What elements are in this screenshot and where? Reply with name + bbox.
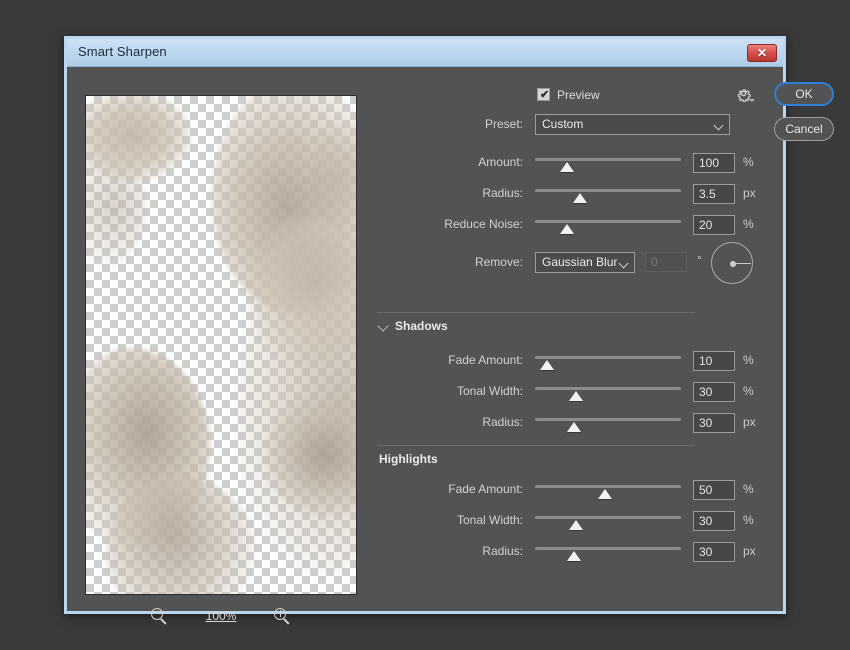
angle-dial[interactable] [711,242,753,284]
slider-thumb[interactable] [540,360,554,370]
cancel-button[interactable]: Cancel [774,117,834,141]
shadows-disclosure-icon[interactable] [379,322,388,331]
slider-track [535,356,681,359]
slider-track [535,418,681,421]
chevron-down-icon [715,122,722,129]
angle-input[interactable]: 0 [645,252,687,272]
slider-track [535,387,681,390]
main-label-1: Radius: [413,186,523,200]
highlights-label-0: Fade Amount: [413,482,523,496]
highlights-value-1[interactable]: 30 [693,511,735,531]
shadows-label-0: Fade Amount: [413,353,523,367]
preview-checkbox[interactable]: ✔ [537,88,550,101]
main-unit-1: px [743,186,756,200]
slider-thumb[interactable] [560,162,574,172]
slider-thumb[interactable] [598,489,612,499]
main-label-2: Reduce Noise: [413,217,523,231]
dialog-titlebar[interactable]: Smart Sharpen ✕ [67,39,783,67]
slider-thumb[interactable] [567,422,581,432]
dialog-body: 100% ✔ Preview [67,67,783,611]
shadows-title: Shadows [395,319,448,333]
highlights-slider-0[interactable] [535,479,681,499]
highlights-unit-1: % [743,513,754,527]
remove-label: Remove: [413,255,523,269]
zoom-level[interactable]: 100% [206,609,237,623]
slider-thumb[interactable] [560,224,574,234]
slider-track [535,158,681,161]
shadows-unit-2: px [743,415,756,429]
zoom-out-icon[interactable] [151,608,168,625]
slider-track [535,547,681,550]
slider-thumb[interactable] [569,391,583,401]
shadows-unit-0: % [743,353,754,367]
close-icon: ✕ [748,45,776,61]
remove-select[interactable]: Gaussian Blur [535,252,635,273]
close-button[interactable]: ✕ [747,44,777,62]
cancel-button-label: Cancel [785,122,822,136]
highlights-title: Highlights [379,452,438,466]
ok-button[interactable]: OK [774,82,834,106]
controls-panel: ✔ Preview OK Cancel [375,67,775,611]
smart-sharpen-dialog: Smart Sharpen ✕ [64,36,786,614]
ok-button-label: OK [795,87,812,101]
highlights-slider-1[interactable] [535,510,681,530]
main-label-0: Amount: [413,155,523,169]
preview-area [85,95,357,595]
chevron-down-icon [749,99,755,102]
main-value-2[interactable]: 20 [693,215,735,235]
zoom-controls: 100% [85,603,357,629]
slider-track [535,485,681,488]
shadows-label-2: Radius: [413,415,523,429]
checkmark-icon: ✔ [540,88,549,101]
shadows-unit-1: % [743,384,754,398]
slider-thumb[interactable] [569,520,583,530]
section-divider [377,312,695,313]
slider-track [535,220,681,223]
shadows-slider-2[interactable] [535,412,681,432]
chevron-down-icon [620,260,627,267]
main-unit-2: % [743,217,754,231]
shadows-slider-0[interactable] [535,350,681,370]
highlights-unit-2: px [743,544,756,558]
slider-thumb[interactable] [567,551,581,561]
section-divider [377,445,695,446]
gear-icon[interactable] [735,85,752,102]
highlights-label-2: Radius: [413,544,523,558]
preset-label: Preset: [413,117,523,131]
preset-value: Custom [542,117,583,131]
preview-checkbox-label: Preview [557,88,600,102]
highlights-unit-0: % [743,482,754,496]
slider-thumb[interactable] [573,193,587,203]
remove-value: Gaussian Blur [542,255,617,269]
main-slider-1[interactable] [535,183,681,203]
angle-unit: ° [697,253,702,267]
preview-canvas[interactable] [85,95,357,595]
dialog-title: Smart Sharpen [78,44,167,59]
main-value-1[interactable]: 3.5 [693,184,735,204]
shadows-value-1[interactable]: 30 [693,382,735,402]
main-slider-0[interactable] [535,152,681,172]
highlights-value-2[interactable]: 30 [693,542,735,562]
shadows-value-0[interactable]: 10 [693,351,735,371]
preset-select[interactable]: Custom [535,114,730,135]
main-unit-0: % [743,155,754,169]
highlights-slider-2[interactable] [535,541,681,561]
main-slider-2[interactable] [535,214,681,234]
shadows-slider-1[interactable] [535,381,681,401]
shadows-label-1: Tonal Width: [413,384,523,398]
main-value-0[interactable]: 100 [693,153,735,173]
zoom-in-icon[interactable] [274,608,291,625]
screen: Smart Sharpen ✕ [0,0,850,650]
highlights-value-0[interactable]: 50 [693,480,735,500]
highlights-label-1: Tonal Width: [413,513,523,527]
slider-track [535,189,681,192]
shadows-value-2[interactable]: 30 [693,413,735,433]
slider-track [535,516,681,519]
